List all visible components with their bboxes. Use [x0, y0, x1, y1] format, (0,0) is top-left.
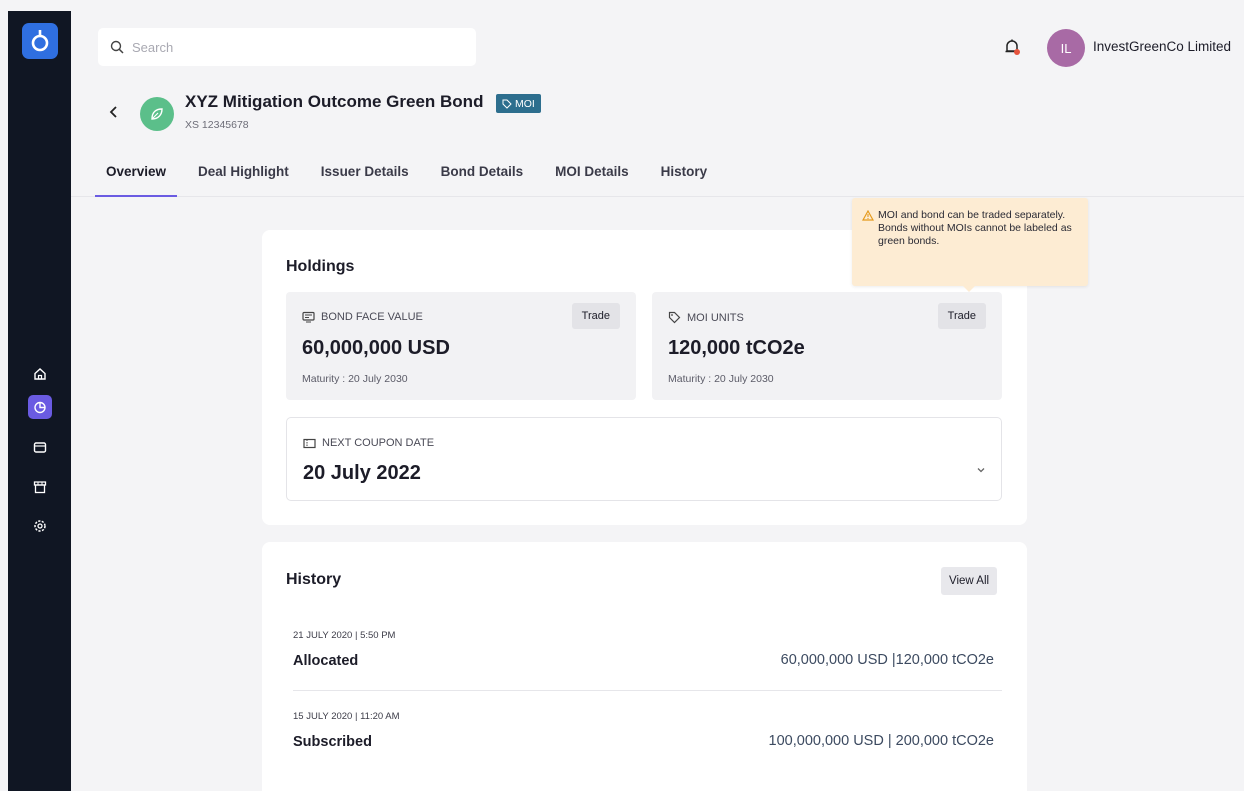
nav-wallet[interactable]	[30, 437, 50, 457]
sidebar	[8, 11, 71, 791]
holdings-title: Holdings	[286, 258, 355, 275]
next-coupon-value: 20 July 2022	[303, 462, 421, 484]
history-status: Subscribed	[293, 734, 372, 750]
app-logo[interactable]	[22, 23, 58, 59]
tab-history[interactable]: History	[661, 157, 708, 197]
trade-bond-button[interactable]: Trade	[571, 303, 620, 329]
history-row: 21 JULY 2020 | 5:50 PM Allocated 60,000,…	[293, 630, 1002, 669]
tag-icon	[668, 311, 681, 324]
tab-bar: Overview Deal Highlight Issuer Details B…	[94, 157, 723, 197]
bond-face-value-box: BOND FACE VALUE Trade 60,000,000 USD Mat…	[286, 292, 636, 400]
chevron-left-icon	[109, 106, 117, 118]
tooltip-line-1: MOI and bond can be traded separately.	[878, 209, 1066, 221]
view-all-button[interactable]: View All	[941, 567, 998, 595]
warning-icon	[862, 210, 874, 221]
tab-moi-details[interactable]: MOI Details	[555, 157, 629, 197]
moi-badge-label: MOI	[515, 97, 535, 110]
nav-home[interactable]	[30, 364, 50, 384]
history-title: History	[286, 571, 342, 588]
next-coupon-label: NEXT COUPON DATE	[303, 437, 434, 449]
bell-icon	[1005, 39, 1020, 55]
ticket-icon	[303, 438, 316, 448]
moi-units-label-text: MOI UNITS	[687, 311, 744, 324]
bond-code: XS 12345678	[185, 119, 249, 131]
notification-button[interactable]	[1002, 37, 1022, 57]
history-amount: 60,000,000 USD |120,000 tCO2e	[780, 652, 994, 668]
tab-issuer-details[interactable]: Issuer Details	[321, 157, 409, 197]
tab-deal-highlight[interactable]: Deal Highlight	[198, 157, 289, 197]
tag-icon	[502, 99, 512, 109]
bond-face-value-label-text: BOND FACE VALUE	[321, 311, 423, 323]
tab-overview[interactable]: Overview	[94, 157, 178, 197]
history-divider	[293, 690, 1002, 691]
bond-face-value: 60,000,000 USD	[302, 337, 450, 359]
search-input[interactable]	[132, 39, 432, 55]
moi-maturity: Maturity : 20 July 2030	[668, 373, 774, 385]
gear-icon	[34, 520, 46, 532]
search-bar[interactable]	[98, 28, 476, 66]
next-coupon-box[interactable]: NEXT COUPON DATE 20 July 2022	[286, 417, 1002, 501]
nav-settings[interactable]	[30, 516, 50, 536]
history-date: 21 JULY 2020 | 5:50 PM	[293, 630, 396, 641]
wallet-icon	[33, 442, 47, 453]
user-avatar[interactable]: IL	[1047, 29, 1085, 67]
moi-units-label: MOI UNITS	[668, 311, 744, 324]
back-button[interactable]	[106, 104, 122, 120]
user-name[interactable]: InvestGreenCo Limited	[1093, 39, 1231, 54]
home-icon	[34, 368, 46, 380]
leaf-icon	[151, 108, 163, 120]
tab-bond-details[interactable]: Bond Details	[441, 157, 524, 197]
store-icon	[33, 481, 47, 494]
history-row: 15 JULY 2020 | 11:20 AM Subscribed 100,0…	[293, 711, 1002, 750]
pie-chart-icon	[34, 401, 46, 414]
history-card: History View All 21 JULY 2020 | 5:50 PM …	[262, 542, 1027, 791]
bond-face-value-label: BOND FACE VALUE	[302, 311, 423, 323]
history-date: 15 JULY 2020 | 11:20 AM	[293, 711, 400, 722]
logo-icon	[31, 30, 49, 52]
next-coupon-label-text: NEXT COUPON DATE	[322, 437, 435, 449]
moi-units-box: MOI UNITS Trade 120,000 tCO2e Maturity :…	[652, 292, 1002, 400]
nav-marketplace[interactable]	[30, 477, 50, 497]
nav-portfolio[interactable]	[28, 395, 52, 419]
bond-avatar	[140, 97, 174, 131]
moi-info-tooltip: MOI and bond can be traded separately. B…	[852, 198, 1088, 292]
history-amount: 100,000,000 USD | 200,000 tCO2e	[768, 733, 994, 749]
history-status: Allocated	[293, 653, 359, 669]
bond-maturity: Maturity : 20 July 2030	[302, 373, 408, 385]
trade-moi-button[interactable]: Trade	[937, 303, 986, 329]
chevron-down-icon[interactable]	[975, 464, 987, 476]
moi-badge: MOI	[496, 94, 541, 113]
moi-units-value: 120,000 tCO2e	[668, 337, 805, 359]
bond-title: XYZ Mitigation Outcome Green Bond	[185, 92, 484, 111]
cash-icon	[302, 311, 315, 323]
search-icon	[110, 40, 124, 54]
tooltip-line-2: Bonds without MOIs cannot be labeled as …	[878, 222, 1072, 247]
